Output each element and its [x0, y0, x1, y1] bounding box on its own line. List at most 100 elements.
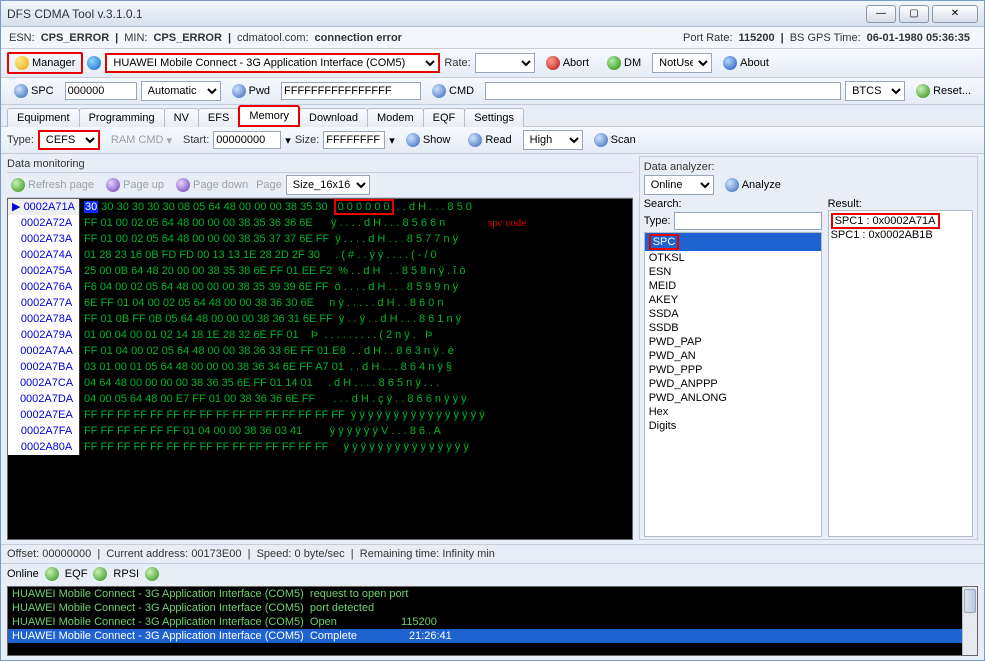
close-button[interactable]: ✕ [932, 5, 978, 23]
search-type-list[interactable]: SPCOTKSLESNMEIDAKEYSSDASSDBPWD_PAPPWD_AN… [644, 232, 822, 537]
search-item[interactable]: Hex [645, 405, 821, 419]
tab-eqf[interactable]: EQF [423, 108, 466, 127]
pwd-button[interactable]: Pwd [225, 81, 277, 101]
search-item[interactable]: PWD_PPP [645, 363, 821, 377]
hex-bytes: 04 64 48 00 00 00 00 38 36 35 6E FF 01 1… [80, 375, 326, 391]
search-item[interactable]: SSDA [645, 307, 821, 321]
show-button[interactable]: Show [399, 130, 458, 150]
search-item[interactable]: ESN [645, 265, 821, 279]
scan-button[interactable]: Scan [587, 130, 643, 150]
hex-row[interactable]: 0002A77A6E FF 01 04 00 02 05 64 48 00 00… [8, 295, 632, 311]
hex-bytes: 03 01 00 01 05 64 48 00 00 00 38 36 34 6… [80, 359, 348, 375]
tab-memory[interactable]: Memory [238, 105, 300, 127]
search-item[interactable]: AKEY [645, 293, 821, 307]
hex-row[interactable]: 0002A74A01 28 23 16 0B FD FD 00 13 13 1E… [8, 247, 632, 263]
tab-equipment[interactable]: Equipment [7, 108, 80, 127]
analyze-button[interactable]: Analyze [718, 175, 788, 195]
hex-row[interactable]: 0002A76AF6 04 00 02 05 64 48 00 00 00 38… [8, 279, 632, 295]
hex-row[interactable]: 0002A79A01 00 04 00 01 02 14 18 1E 28 32… [8, 327, 632, 343]
log-row[interactable]: HUAWEI Mobile Connect - 3G Application I… [8, 587, 977, 601]
hex-ascii: ÿ . . . . d H . . . 8 5 6 6 n [329, 215, 632, 231]
log-row[interactable]: HUAWEI Mobile Connect - 3G Application I… [8, 601, 977, 615]
search-type-input[interactable] [674, 212, 822, 230]
about-button[interactable]: About [716, 53, 776, 73]
page-down-button[interactable]: Page down [172, 177, 252, 193]
tab-programming[interactable]: Programming [79, 108, 165, 127]
pwd-input[interactable] [281, 82, 421, 100]
result-item[interactable]: SPC1 : 0x0002A71A [831, 213, 970, 229]
hex-row[interactable]: 0002A75A25 00 0B 64 48 20 00 00 38 35 38… [8, 263, 632, 279]
hex-bytes: FF FF FF FF FF FF 01 04 00 00 38 36 03 4… [80, 423, 328, 439]
hex-addr: 0002A7DA [8, 391, 80, 407]
hex-row[interactable]: 0002A7EAFF FF FF FF FF FF FF FF FF FF FF… [8, 407, 632, 423]
dm-mode-dropdown[interactable]: NotUse [652, 53, 712, 73]
reset-button[interactable]: Reset... [909, 81, 978, 101]
hex-row[interactable]: 0002A80AFF FF FF FF FF FF FF FF FF FF FF… [8, 439, 632, 455]
size-input[interactable] [323, 131, 385, 149]
search-item[interactable]: Digits [645, 419, 821, 433]
spc-input[interactable] [65, 82, 137, 100]
check-icon [93, 567, 107, 581]
hex-row[interactable]: 0002A7BA03 01 00 01 05 64 48 00 00 00 38… [8, 359, 632, 375]
log-panel[interactable]: HUAWEI Mobile Connect - 3G Application I… [7, 586, 978, 656]
search-item[interactable]: MEID [645, 279, 821, 293]
cmd-button[interactable]: CMD [425, 81, 481, 101]
manager-button[interactable]: Manager [7, 52, 83, 74]
search-item[interactable]: PWD_ANPPP [645, 377, 821, 391]
hex-row[interactable]: 0002A7AAFF 01 04 00 02 05 64 48 00 00 38… [8, 343, 632, 359]
hex-row[interactable]: 0002A7DA04 00 05 64 48 00 E7 FF 01 00 38… [8, 391, 632, 407]
tab-efs[interactable]: EFS [198, 108, 239, 127]
log-row[interactable]: HUAWEI Mobile Connect - 3G Application I… [8, 629, 977, 643]
hex-row[interactable]: 0002A7CA04 64 48 00 00 00 00 38 36 35 6E… [8, 375, 632, 391]
scroll-thumb[interactable] [964, 589, 976, 613]
hex-bytes: 25 00 0B 64 48 20 00 00 38 35 38 6E FF 0… [80, 263, 336, 279]
hex-addr: 0002A75A [8, 263, 80, 279]
search-item[interactable]: SSDB [645, 321, 821, 335]
log-row[interactable]: HUAWEI Mobile Connect - 3G Application I… [8, 615, 977, 629]
target-dropdown[interactable]: BTCS [845, 81, 905, 101]
tab-download[interactable]: Download [299, 108, 368, 127]
search-item[interactable]: PWD_AN [645, 349, 821, 363]
read-button[interactable]: Read [461, 130, 518, 150]
result-item[interactable]: SPC1 : 0x0002AB1B [831, 229, 970, 241]
tab-modem[interactable]: Modem [367, 108, 424, 127]
maximize-button[interactable]: ▢ [899, 5, 929, 23]
monitor-toolbar: Refresh page Page up Page down Page Size… [7, 172, 633, 198]
spc-mode-dropdown[interactable]: Automatic [141, 81, 221, 101]
log-scrollbar[interactable] [962, 587, 977, 655]
abort-button[interactable]: Abort [539, 53, 596, 73]
hex-row[interactable]: 0002A7FAFF FF FF FF FF FF 01 04 00 00 38… [8, 423, 632, 439]
hex-row[interactable]: ▶ 0002A71A30 30 30 30 30 30 08 05 64 48 … [8, 199, 632, 215]
hex-row[interactable]: 0002A73AFF 01 00 02 05 64 48 00 00 00 38… [8, 231, 632, 247]
cmd-input[interactable] [485, 82, 841, 100]
hex-view[interactable]: spc code ▶ 0002A71A30 30 30 30 30 30 08 … [7, 198, 633, 540]
spc-button[interactable]: SPC [7, 81, 61, 101]
start-input[interactable] [213, 131, 281, 149]
spc-code-label: spc code [488, 217, 526, 229]
tab-nv[interactable]: NV [164, 108, 199, 127]
search-item[interactable]: SPC [645, 233, 821, 251]
arrow-icon [432, 84, 446, 98]
read-icon [468, 133, 482, 147]
tab-settings[interactable]: Settings [464, 108, 524, 127]
device-dropdown[interactable]: HUAWEI Mobile Connect - 3G Application I… [105, 53, 440, 73]
ramcmd-button[interactable]: RAM CMD ▾ [104, 131, 179, 150]
type-dropdown[interactable]: CEFS [38, 130, 100, 150]
page-up-button[interactable]: Page up [102, 177, 168, 193]
search-item[interactable]: OTKSL [645, 251, 821, 265]
rate-dropdown[interactable] [475, 53, 535, 73]
port-rate-value: 115200 [739, 32, 775, 44]
shield-icon [15, 56, 29, 70]
hex-row[interactable]: 0002A78AFF 01 0B FF 0B 05 64 48 00 00 00… [8, 311, 632, 327]
dm-button[interactable]: DM [600, 53, 648, 73]
hex-ascii: ÿ ÿ ÿ ÿ ÿ ÿ ÿ ÿ ÿ ÿ ÿ ÿ ÿ ÿ ÿ [342, 439, 632, 455]
search-item[interactable]: PWD_ANLONG [645, 391, 821, 405]
search-item[interactable]: PWD_PAP [645, 335, 821, 349]
result-list[interactable]: SPC1 : 0x0002A71ASPC1 : 0x0002AB1B [828, 210, 973, 537]
analyzer-mode-dropdown[interactable]: Online [644, 175, 714, 195]
speed-dropdown[interactable]: High [523, 130, 583, 150]
refresh-page-button[interactable]: Refresh page [7, 177, 98, 193]
hex-row[interactable]: 0002A72AFF 01 00 02 05 64 48 00 00 00 38… [8, 215, 632, 231]
minimize-button[interactable]: — [866, 5, 896, 23]
page-size-dropdown[interactable]: Size_16x16 [286, 175, 370, 195]
